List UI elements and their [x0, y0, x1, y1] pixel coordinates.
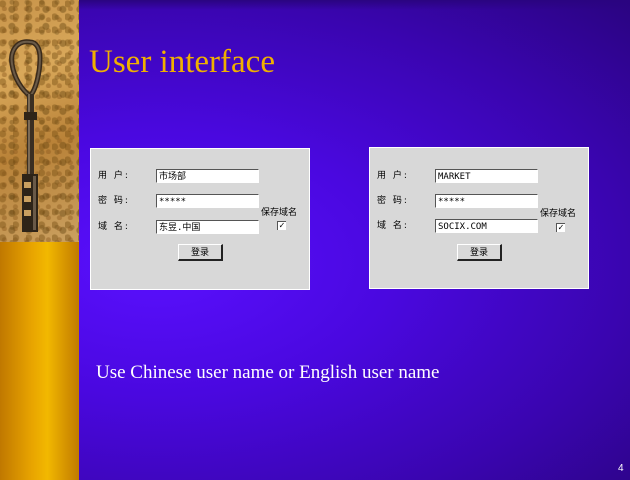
login-button[interactable]: 登录 — [178, 244, 223, 261]
key-photo-icon — [0, 0, 79, 242]
user-label: 用 户: — [98, 171, 130, 181]
password-input[interactable]: ***** — [156, 194, 259, 208]
checkmark-icon: ✓ — [557, 223, 565, 232]
save-domain-checkbox[interactable]: ✓ — [556, 223, 565, 232]
domain-input[interactable]: SOCIX.COM — [435, 219, 538, 233]
login-dialog-chinese: 用 户: 市场部 密 码: ***** 域 名: 东昱.中国 保存域名 ✓ 登录 — [90, 148, 310, 290]
save-domain-checkbox[interactable]: ✓ — [277, 221, 286, 230]
password-label: 密 码: — [377, 196, 409, 206]
user-label: 用 户: — [377, 171, 409, 181]
domain-input[interactable]: 东昱.中国 — [156, 220, 259, 234]
password-input[interactable]: ***** — [435, 194, 538, 208]
key-image — [9, 39, 43, 232]
save-domain-label: 保存域名 — [261, 208, 298, 218]
user-input[interactable]: MARKET — [435, 169, 538, 183]
page-number: 4 — [618, 463, 624, 474]
slide-caption: Use Chinese user name or English user na… — [96, 362, 440, 383]
login-dialog-english: 用 户: MARKET 密 码: ***** 域 名: SOCIX.COM 保存… — [369, 147, 589, 289]
login-button[interactable]: 登录 — [457, 244, 502, 261]
save-domain-label: 保存域名 — [540, 209, 577, 219]
checkmark-icon: ✓ — [278, 221, 286, 230]
top-shadow-band — [79, 0, 630, 10]
password-label: 密 码: — [98, 196, 130, 206]
user-input[interactable]: 市场部 — [156, 169, 259, 183]
domain-label: 域 名: — [377, 221, 409, 231]
slide-title: User interface — [89, 44, 275, 80]
domain-label: 域 名: — [98, 222, 130, 232]
